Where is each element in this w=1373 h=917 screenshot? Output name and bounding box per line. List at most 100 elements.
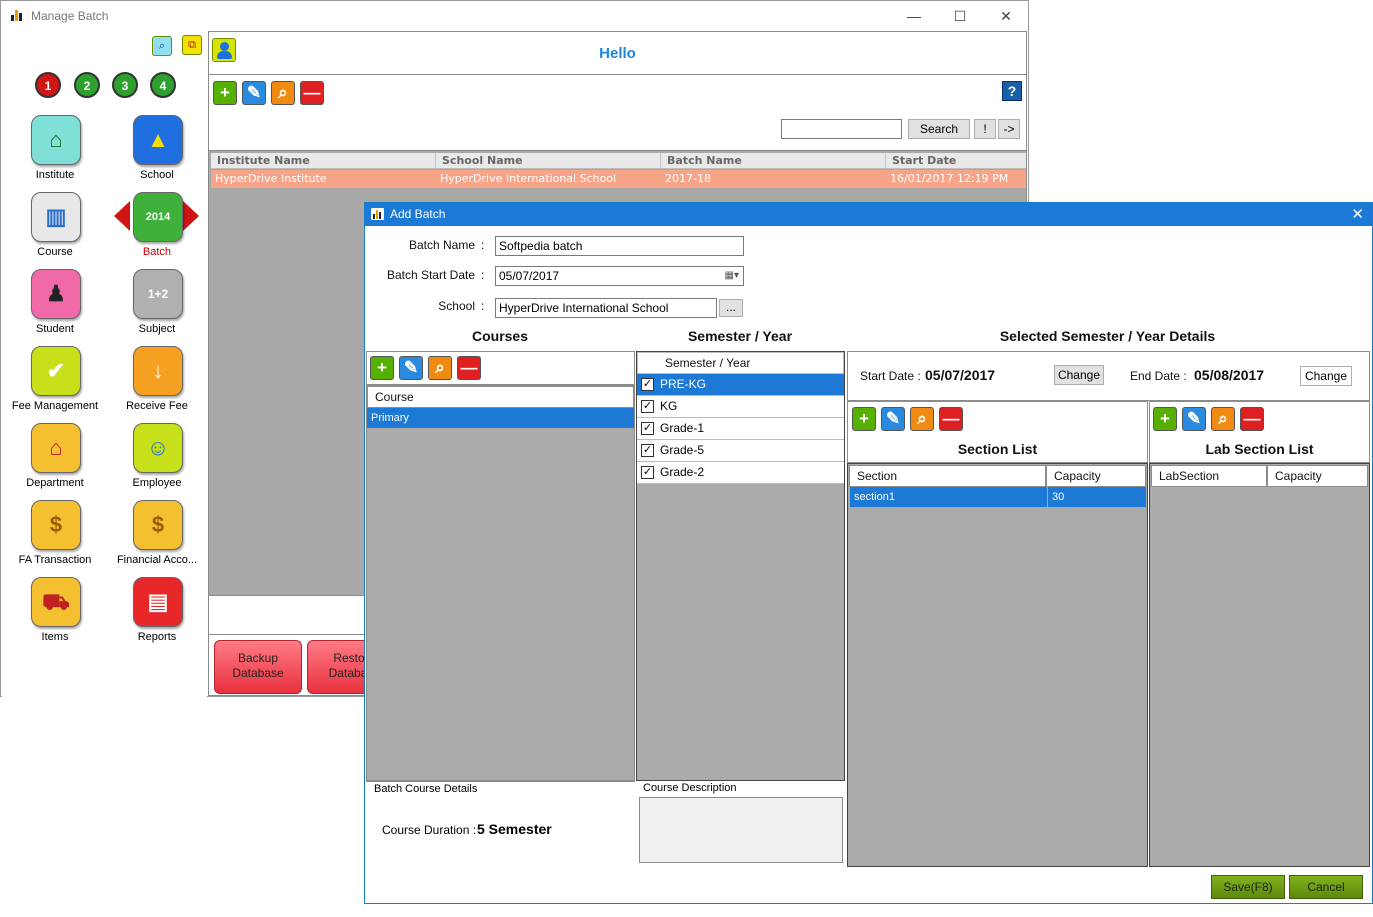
semester-checkbox[interactable]: ✓ xyxy=(641,466,654,479)
column-header-institute[interactable]: Institute Name xyxy=(211,153,436,169)
school-input[interactable]: HyperDrive International School xyxy=(495,298,717,318)
search-input[interactable] xyxy=(781,119,902,139)
dialog-logo-icon xyxy=(371,208,384,220)
sidebar-item-student[interactable]: ♟ Student xyxy=(7,269,103,343)
add-section-button[interactable]: + xyxy=(852,407,876,431)
sidebar-item-receive-fee[interactable]: ↓ Receive Fee xyxy=(109,346,205,420)
minimize-button[interactable]: — xyxy=(891,1,937,31)
lab-section-list: LabSection Capacity xyxy=(1149,463,1370,867)
end-date-label: End Date : xyxy=(1130,369,1187,383)
edit-button[interactable]: ✎ xyxy=(242,81,266,105)
semester-checkbox[interactable]: ✓ xyxy=(641,422,654,435)
delete-button[interactable]: — xyxy=(300,81,324,105)
sidebar-item-department[interactable]: ⌂ Department xyxy=(7,423,103,497)
sidebar-item-subject[interactable]: 1+2 Subject xyxy=(109,269,205,343)
column-header-start-date[interactable]: Start Date xyxy=(886,153,1026,169)
column-header-batch[interactable]: Batch Name xyxy=(661,153,886,169)
column-header-school[interactable]: School Name xyxy=(436,153,661,169)
step-3-button[interactable]: 3 xyxy=(112,72,138,98)
add-button[interactable]: + xyxy=(213,81,237,105)
calendar-dropdown-icon[interactable]: ▦▾ xyxy=(725,267,739,285)
dialog-titlebar[interactable]: Add Batch ✕ xyxy=(365,203,1372,226)
sidebar-item-batch[interactable]: 2014 Batch xyxy=(109,192,205,266)
backup-database-button[interactable]: Backup Database xyxy=(214,640,302,694)
change-end-date-button[interactable]: Change xyxy=(1300,366,1352,386)
semester-checkbox[interactable]: ✓ xyxy=(641,378,654,391)
search-icon[interactable]: ⌕ xyxy=(152,36,172,56)
semester-row-kg[interactable]: ✓ KG xyxy=(637,396,844,418)
add-course-button[interactable]: + xyxy=(370,356,394,380)
section-list-title: Section List xyxy=(957,441,1038,457)
semester-row-pre-kg[interactable]: ✓ PRE-KG xyxy=(637,374,844,396)
sidebar-item-employee[interactable]: ☺ Employee xyxy=(109,423,205,497)
semester-name: Grade-1 xyxy=(660,421,705,435)
step-2-button[interactable]: 2 xyxy=(74,72,100,98)
change-start-date-button[interactable]: Change xyxy=(1054,365,1104,385)
find-lab-section-button[interactable]: ⌕ xyxy=(1211,407,1235,431)
cell-start-date: 16/01/2017 12:19 PM xyxy=(890,172,1009,185)
semester-row-grade-5[interactable]: ✓ Grade-5 xyxy=(637,440,844,462)
batch-start-date-picker[interactable]: 05/07/2017 ▦▾ xyxy=(495,266,744,286)
window-switch-icon[interactable]: ⧉ xyxy=(182,35,202,55)
dialog-close-button[interactable]: ✕ xyxy=(1351,205,1364,223)
search-button[interactable]: Search xyxy=(908,119,970,139)
delete-section-button[interactable]: — xyxy=(939,407,963,431)
batch-name-input[interactable]: Softpedia batch xyxy=(495,236,744,256)
course-duration-value: 5 Semester xyxy=(477,821,552,837)
course-description-group: Course Description xyxy=(636,781,846,865)
find-section-button[interactable]: ⌕ xyxy=(910,407,934,431)
sidebar-item-financial-accounts[interactable]: $ Financial Acco... xyxy=(109,500,205,574)
dialog-title: Add Batch xyxy=(390,207,446,221)
capacity-cell[interactable]: 30 xyxy=(1048,487,1146,507)
add-batch-dialog: Add Batch ✕ Batch Name : Softpedia batch… xyxy=(364,202,1373,904)
next-button[interactable]: -> xyxy=(998,119,1020,139)
list-item[interactable]: Primary xyxy=(367,408,634,428)
sidebar-item-fa-transaction[interactable]: $ FA Transaction xyxy=(7,500,103,574)
capacity-column-header[interactable]: Capacity xyxy=(1046,465,1146,487)
sidebar-item-items[interactable]: ⛟ Items xyxy=(7,577,103,651)
find-button[interactable]: ⌕ xyxy=(271,81,295,105)
edit-course-button[interactable]: ✎ xyxy=(399,356,423,380)
main-titlebar[interactable]: Manage Batch — ☐ ✕ xyxy=(1,1,1028,31)
delete-lab-section-button[interactable]: — xyxy=(1240,407,1264,431)
save-button[interactable]: Save(F8) xyxy=(1211,875,1285,899)
course-description-field[interactable] xyxy=(639,797,843,863)
lab-capacity-column-header[interactable]: Capacity xyxy=(1267,465,1368,487)
institute-icon: ⌂ xyxy=(31,115,81,165)
course-column-header[interactable]: Course xyxy=(367,386,634,408)
sidebar-item-label: Employee xyxy=(132,477,182,489)
semester-checkbox[interactable]: ✓ xyxy=(641,400,654,413)
step-1-button[interactable]: 1 xyxy=(35,72,61,98)
step-4-button[interactable]: 4 xyxy=(150,72,176,98)
sidebar-item-label: Receive Fee xyxy=(126,400,188,412)
sidebar-item-reports[interactable]: ▤ Reports xyxy=(109,577,205,651)
toolbar: + ✎ ⌕ — ? Search ! -> xyxy=(208,75,1027,150)
edit-lab-section-button[interactable]: ✎ xyxy=(1182,407,1206,431)
semester-row-grade-1[interactable]: ✓ Grade-1 xyxy=(637,418,844,440)
greeting-text: Hello xyxy=(599,45,636,62)
sidebar-item-institute[interactable]: ⌂ Institute xyxy=(7,115,103,189)
semester-name: PRE-KG xyxy=(660,377,707,391)
bang-button[interactable]: ! xyxy=(974,119,996,139)
semester-checkbox[interactable]: ✓ xyxy=(641,444,654,457)
sidebar-item-school[interactable]: ▲ School xyxy=(109,115,205,189)
close-button[interactable]: ✕ xyxy=(983,1,1029,31)
add-lab-section-button[interactable]: + xyxy=(1153,407,1177,431)
sidebar-item-course[interactable]: ▥ Course xyxy=(7,192,103,266)
batch-course-details: Batch Course Details Course Duration : 5… xyxy=(366,781,635,865)
delete-course-button[interactable]: — xyxy=(457,356,481,380)
semester-row-grade-2[interactable]: ✓ Grade-2 xyxy=(637,462,844,484)
semester-column-header[interactable]: Semester / Year xyxy=(637,352,844,374)
lab-section-column-header[interactable]: LabSection xyxy=(1151,465,1267,487)
cancel-button[interactable]: Cancel xyxy=(1289,875,1363,899)
section-column-header[interactable]: Section xyxy=(849,465,1046,487)
edit-section-button[interactable]: ✎ xyxy=(881,407,905,431)
lab-section-list-title: Lab Section List xyxy=(1205,441,1314,457)
table-row[interactable]: HyperDrive Institute HyperDrive Internat… xyxy=(211,170,1026,188)
school-browse-button[interactable]: ... xyxy=(719,299,743,317)
help-button[interactable]: ? xyxy=(1002,81,1022,101)
sidebar-item-fee-management[interactable]: ✔ Fee Management xyxy=(7,346,103,420)
maximize-button[interactable]: ☐ xyxy=(937,1,983,31)
section-cell[interactable]: section1 xyxy=(850,487,1047,507)
find-course-button[interactable]: ⌕ xyxy=(428,356,452,380)
